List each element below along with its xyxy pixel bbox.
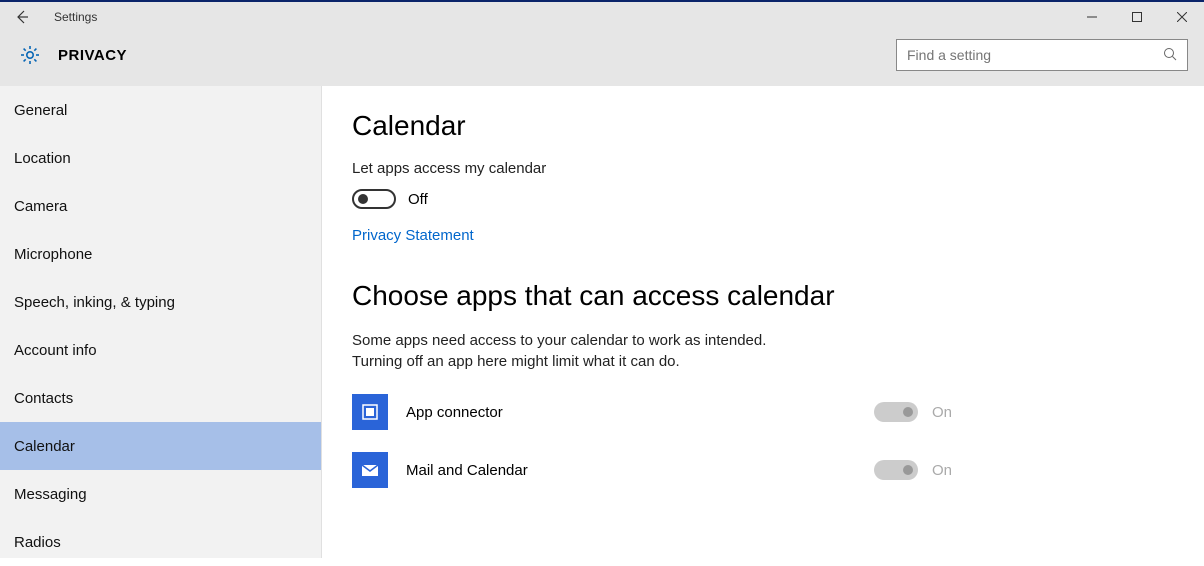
maximize-button[interactable] <box>1114 2 1159 32</box>
content-area: General Location Camera Microphone Speec… <box>0 86 1204 558</box>
app-connector-icon <box>352 394 388 430</box>
sidebar-item-radios[interactable]: Radios <box>0 518 321 566</box>
mail-toggle[interactable] <box>874 460 918 480</box>
sidebar-item-label: Speech, inking, & typing <box>14 294 175 311</box>
sidebar-item-microphone[interactable]: Microphone <box>0 230 321 278</box>
sidebar-item-label: Contacts <box>14 390 73 407</box>
page-title: PRIVACY <box>58 47 127 64</box>
access-toggle-row: Off <box>352 189 1174 209</box>
back-button[interactable] <box>10 5 34 29</box>
gear-icon <box>16 41 44 69</box>
app-row-mail: Mail and Calendar On <box>352 452 1174 488</box>
desc-line1: Some apps need access to your calendar t… <box>352 332 766 349</box>
toggle-knob <box>903 465 913 475</box>
access-label: Let apps access my calendar <box>352 160 1174 177</box>
window-title: Settings <box>54 10 97 24</box>
sidebar-item-label: Messaging <box>14 486 87 503</box>
desc-line2: Turning off an app here might limit what… <box>352 353 680 370</box>
app-connector-toggle[interactable] <box>874 402 918 422</box>
sidebar-item-location[interactable]: Location <box>0 134 321 182</box>
app-row-connector: App connector On <box>352 394 1174 430</box>
app-connector-toggle-state: On <box>932 404 952 421</box>
titlebar: Settings <box>0 2 1204 32</box>
main-panel: Calendar Let apps access my calendar Off… <box>322 86 1204 558</box>
sidebar-item-camera[interactable]: Camera <box>0 182 321 230</box>
search-icon <box>1163 47 1177 64</box>
access-toggle-state: Off <box>408 191 428 208</box>
headerbar: PRIVACY <box>0 32 1204 86</box>
search-box[interactable] <box>896 39 1188 71</box>
sidebar-item-label: Radios <box>14 534 61 551</box>
sidebar-item-contacts[interactable]: Contacts <box>0 374 321 422</box>
minimize-icon <box>1087 12 1097 22</box>
sidebar-item-label: General <box>14 102 67 119</box>
maximize-icon <box>1132 12 1142 22</box>
choose-apps-title: Choose apps that can access calendar <box>352 280 1174 312</box>
mail-toggle-state: On <box>932 462 952 479</box>
window-controls <box>1069 2 1204 32</box>
app-name: Mail and Calendar <box>406 462 528 479</box>
privacy-statement-link[interactable]: Privacy Statement <box>352 227 474 244</box>
sidebar-item-messaging[interactable]: Messaging <box>0 470 321 518</box>
sidebar: General Location Camera Microphone Speec… <box>0 86 322 558</box>
minimize-button[interactable] <box>1069 2 1114 32</box>
search-input[interactable] <box>907 47 1163 63</box>
access-toggle[interactable] <box>352 189 396 209</box>
arrow-left-icon <box>14 9 30 25</box>
sidebar-item-label: Account info <box>14 342 97 359</box>
toggle-knob <box>358 194 368 204</box>
sidebar-item-calendar[interactable]: Calendar <box>0 422 321 470</box>
sidebar-item-label: Location <box>14 150 71 167</box>
sidebar-item-account[interactable]: Account info <box>0 326 321 374</box>
sidebar-item-general[interactable]: General <box>0 86 321 134</box>
sidebar-item-label: Calendar <box>14 438 75 455</box>
mail-icon <box>352 452 388 488</box>
toggle-knob <box>903 407 913 417</box>
sidebar-item-label: Camera <box>14 198 67 215</box>
app-name: App connector <box>406 404 503 421</box>
sidebar-item-label: Microphone <box>14 246 92 263</box>
section-title: Calendar <box>352 110 1174 142</box>
close-icon <box>1177 12 1187 22</box>
sidebar-item-speech[interactable]: Speech, inking, & typing <box>0 278 321 326</box>
choose-apps-desc: Some apps need access to your calendar t… <box>352 330 872 372</box>
close-button[interactable] <box>1159 2 1204 32</box>
